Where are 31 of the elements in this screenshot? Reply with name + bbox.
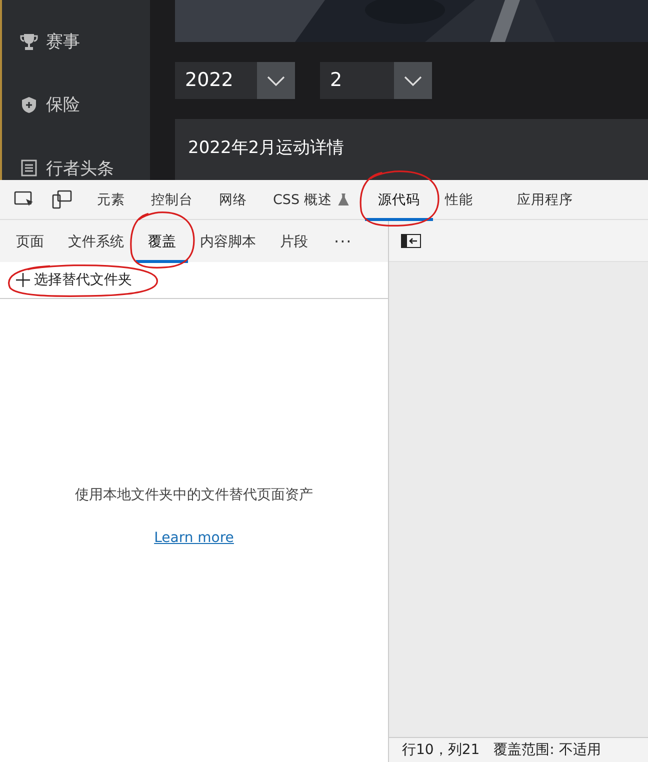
tab[interactable]: 覆盖 [136,224,188,262]
tab[interactable]: 页面 [4,224,56,262]
tab[interactable]: 内容脚本 [188,224,268,262]
tab[interactable]: 文件系统 [56,224,136,262]
tab[interactable]: 性能 [432,182,489,220]
plus-icon [16,273,30,287]
list-icon [20,159,38,178]
sidebar-item[interactable]: 赛事 [46,30,80,54]
chevron-icon [403,74,423,86]
shield-icon [20,96,38,114]
tab[interactable]: 控制台 [138,182,206,220]
more-button[interactable]: ··· [334,232,352,250]
device-icon[interactable] [52,190,72,210]
tab[interactable]: CSS 概述 [260,182,338,220]
sidebar-item[interactable]: 行者头条 [46,156,114,180]
tab[interactable]: 元素 [84,182,138,220]
tab[interactable]: 应用程序 [488,182,586,220]
sidebar-toggle-icon[interactable] [401,234,421,248]
sidebar-item[interactable]: 保险 [46,93,80,116]
card-title: 2022年2月运动详情 [188,138,344,158]
trophy-icon [20,32,38,51]
status-text: 覆盖范围: 不适用 [494,741,601,759]
learn-more-link[interactable]: Learn more [154,530,234,546]
status-text: 行10，列21 [402,741,480,759]
tab[interactable]: 片段 [268,224,320,262]
dropdown[interactable]: 2022 [175,62,295,99]
chevron-icon [266,74,286,86]
select-folder-button[interactable]: 选择替代文件夹 [12,269,136,291]
dropdown[interactable]: 2 [320,62,432,99]
empty-message: 使用本地文件夹中的文件替代页面资产 [75,486,313,504]
tab[interactable]: 网络 [206,182,260,220]
